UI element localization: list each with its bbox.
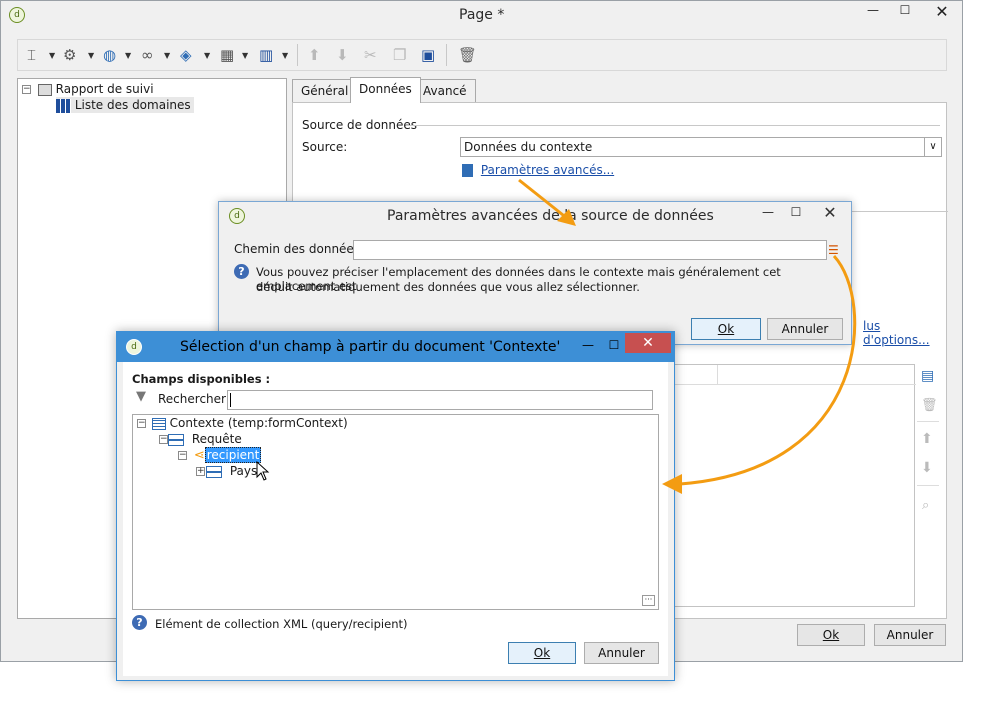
annotation-arrows bbox=[518, 178, 857, 494]
tab-data[interactable]: Données bbox=[350, 77, 421, 103]
